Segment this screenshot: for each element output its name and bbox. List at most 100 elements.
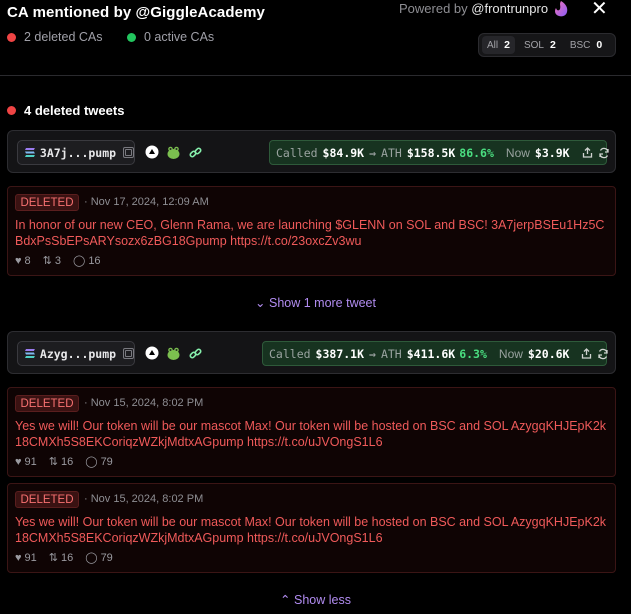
show-less-label: Show less bbox=[293, 593, 351, 607]
replies-stat: ◯ 79 bbox=[85, 551, 113, 565]
deleted-badge: DELETED bbox=[15, 194, 79, 211]
performance-pill: Called $84.9K ⇒ ATH $158.5K 86.6% Now $3… bbox=[269, 140, 610, 165]
ath-percent: 6.3% bbox=[459, 346, 487, 361]
likes-count: 91 bbox=[24, 551, 37, 564]
filter-sol[interactable]: SOL 2 bbox=[519, 36, 561, 54]
tweet-stats: ♥ 91 ⇅ 16 ◯ 79 bbox=[15, 551, 113, 565]
retweets-count: 16 bbox=[61, 551, 74, 564]
retweet-icon: ⇅ bbox=[48, 552, 58, 564]
coin-icon[interactable] bbox=[144, 144, 160, 160]
ath-percent: 86.6% bbox=[459, 145, 494, 160]
now-value: $20.6K bbox=[527, 346, 570, 361]
deleted-badge: DELETED bbox=[15, 395, 79, 412]
arrow-right-icon: ⇒ bbox=[369, 145, 377, 160]
contract-address-chip[interactable]: Azyg...pump bbox=[17, 341, 135, 366]
tweet-stats: ♥ 91 ⇅ 16 ◯ 79 bbox=[15, 455, 113, 469]
replies-stat: ◯ 16 bbox=[73, 254, 101, 268]
show-more-tweets-button[interactable]: ⌄ Show 1 more tweet bbox=[0, 295, 631, 310]
retweet-icon: ⇅ bbox=[42, 255, 52, 267]
contract-address: 3A7j...pump bbox=[39, 145, 117, 160]
red-dot-icon bbox=[7, 32, 16, 42]
likes-stat: ♥ 91 bbox=[15, 455, 37, 468]
likes-count: 8 bbox=[24, 254, 31, 267]
ath-label: ATH bbox=[381, 145, 402, 160]
called-value: $387.1K bbox=[315, 346, 365, 361]
frontrun-logo-icon bbox=[555, 1, 568, 17]
token-bar: Azyg...pump Called $387.1K ⇒ ATH $411.6K… bbox=[7, 331, 616, 374]
tweet-text[interactable]: In honor of our new CEO, Glenn Rama, we … bbox=[15, 217, 611, 249]
retweet-icon: ⇅ bbox=[48, 456, 58, 468]
filter-bsc-label: BSC bbox=[569, 39, 591, 51]
copy-icon[interactable] bbox=[123, 147, 134, 158]
replies-count: 79 bbox=[100, 455, 113, 468]
replies-stat: ◯ 79 bbox=[85, 455, 113, 469]
now-label: Now bbox=[498, 346, 523, 361]
deleted-badge: DELETED bbox=[15, 491, 79, 508]
share-icon[interactable] bbox=[582, 146, 593, 159]
filter-bsc-count: 0 bbox=[596, 39, 603, 51]
called-label: Called bbox=[269, 346, 311, 361]
ath-value: $411.6K bbox=[406, 346, 456, 361]
close-icon[interactable]: ✕ bbox=[591, 0, 608, 19]
filter-all-count: 2 bbox=[504, 39, 510, 51]
solana-icon bbox=[24, 349, 35, 358]
ath-label: ATH bbox=[380, 346, 402, 361]
active-cas-label: 0 active CAs bbox=[144, 30, 215, 44]
tweet-text[interactable]: Yes we will! Our token will be our masco… bbox=[15, 418, 611, 450]
frog-icon[interactable] bbox=[165, 144, 181, 160]
deleted-tweet-card[interactable]: DELETED · Nov 15, 2024, 8:02 PM Yes we w… bbox=[7, 387, 616, 477]
filter-all[interactable]: All 2 bbox=[482, 36, 515, 54]
replies-count: 16 bbox=[88, 254, 101, 267]
filter-bsc[interactable]: BSC 0 bbox=[565, 36, 607, 54]
powered-by-handle[interactable]: @frontrunpro bbox=[471, 1, 548, 16]
deleted-cas-stat: 2 deleted CAs bbox=[7, 30, 103, 44]
link-icon[interactable] bbox=[187, 144, 203, 160]
tweet-date: · Nov 15, 2024, 8:02 PM bbox=[84, 397, 204, 409]
tweet-stats: ♥ 8 ⇅ 3 ◯ 16 bbox=[15, 254, 101, 268]
share-icon[interactable] bbox=[581, 347, 592, 360]
retweets-stat: ⇅ 3 bbox=[42, 254, 61, 268]
contract-address-chip[interactable]: 3A7j...pump bbox=[17, 140, 135, 165]
solana-icon bbox=[24, 148, 35, 157]
panel-title: CA mentioned by @GiggleAcademy bbox=[7, 4, 265, 21]
filter-sol-label: SOL bbox=[523, 39, 544, 51]
copy-icon[interactable] bbox=[123, 348, 134, 359]
retweets-count: 16 bbox=[61, 455, 74, 468]
section-header: 4 deleted tweets bbox=[7, 103, 124, 118]
filter-sol-count: 2 bbox=[549, 39, 556, 51]
tweet-text[interactable]: Yes we will! Our token will be our masco… bbox=[15, 514, 611, 546]
heart-icon: ♥ bbox=[15, 455, 22, 468]
now-label: Now bbox=[505, 145, 530, 160]
powered-by-prefix: Powered by bbox=[399, 1, 468, 16]
deleted-cas-label: 2 deleted CAs bbox=[24, 30, 103, 44]
reply-icon: ◯ bbox=[85, 552, 98, 564]
refresh-icon[interactable] bbox=[597, 347, 609, 360]
now-value: $3.9K bbox=[534, 145, 570, 160]
likes-stat: ♥ 8 bbox=[15, 254, 31, 267]
panel-header: CA mentioned by @GiggleAcademy Powered b… bbox=[0, 0, 631, 76]
show-more-label: Show 1 more tweet bbox=[268, 296, 376, 310]
retweets-stat: ⇅ 16 bbox=[48, 455, 74, 469]
arrow-right-icon: ⇒ bbox=[369, 346, 376, 361]
chain-filter: All 2 SOL 2 BSC 0 bbox=[478, 33, 616, 57]
show-less-button[interactable]: ⌃ Show less bbox=[0, 592, 631, 607]
link-icon[interactable] bbox=[187, 345, 203, 361]
deleted-tweet-card[interactable]: DELETED · Nov 15, 2024, 8:02 PM Yes we w… bbox=[7, 483, 616, 573]
reply-icon: ◯ bbox=[85, 456, 98, 468]
heart-icon: ♥ bbox=[15, 254, 22, 267]
coin-icon[interactable] bbox=[144, 345, 160, 361]
heart-icon: ♥ bbox=[15, 551, 22, 564]
likes-stat: ♥ 91 bbox=[15, 551, 37, 564]
tweet-date: · Nov 17, 2024, 12:09 AM bbox=[84, 196, 209, 208]
tweet-date: · Nov 15, 2024, 8:02 PM bbox=[84, 493, 204, 505]
called-value: $84.9K bbox=[322, 145, 365, 160]
refresh-icon[interactable] bbox=[598, 146, 610, 159]
red-dot-icon bbox=[7, 106, 16, 115]
replies-count: 79 bbox=[100, 551, 113, 564]
deleted-tweet-card[interactable]: DELETED · Nov 17, 2024, 12:09 AM In hono… bbox=[7, 186, 616, 276]
contract-address: Azyg...pump bbox=[39, 346, 117, 361]
retweets-count: 3 bbox=[54, 254, 61, 267]
filter-all-label: All bbox=[487, 39, 499, 51]
frog-icon[interactable] bbox=[165, 345, 181, 361]
ath-value: $158.5K bbox=[406, 145, 456, 160]
